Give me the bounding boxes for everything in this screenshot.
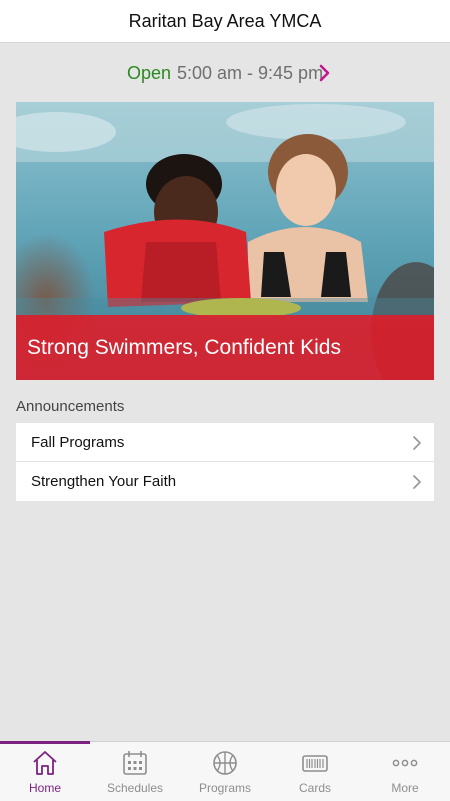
- barcode-card-icon: [302, 755, 328, 772]
- announcements-heading: Announcements: [16, 398, 125, 415]
- tab-home[interactable]: Home: [0, 741, 90, 801]
- tab-label: Schedules: [106, 781, 164, 795]
- list-item-fall-programs[interactable]: Fall Programs: [16, 423, 434, 462]
- tab-programs[interactable]: Programs: [180, 742, 270, 801]
- hours-time: 5:00 am - 9:45 pm: [176, 62, 324, 83]
- app-header: Raritan Bay Area YMCA: [0, 0, 450, 43]
- hero-caption: Strong Swimmers, Confident Kids: [27, 335, 341, 359]
- tab-label: Home: [28, 781, 61, 795]
- tab-schedules[interactable]: Schedules: [90, 742, 180, 801]
- hero-caption-bar: Strong Swimmers, Confident Kids: [16, 315, 434, 380]
- chevron-right-icon: [413, 475, 421, 489]
- tab-bar: Home Schedules Programs Cards More: [0, 741, 450, 801]
- header-title: Raritan Bay Area YMCA: [128, 10, 322, 31]
- basketball-icon: [213, 751, 237, 775]
- chevron-right-icon: [413, 436, 421, 450]
- announcements-list: Fall Programs Strengthen Your Faith: [16, 423, 434, 501]
- tab-label: Programs: [198, 781, 251, 795]
- open-status: Open: [126, 62, 171, 83]
- more-icon: [392, 759, 418, 767]
- list-item-strengthen-your-faith[interactable]: Strengthen Your Faith: [16, 462, 434, 501]
- tab-label: Cards: [298, 781, 331, 795]
- calendar-icon: [123, 751, 147, 775]
- list-item-label: Fall Programs: [31, 433, 125, 451]
- list-item-label: Strengthen Your Faith: [31, 473, 177, 490]
- chevron-right-icon[interactable]: [316, 64, 334, 82]
- tab-more[interactable]: More: [360, 742, 450, 801]
- hero-banner[interactable]: Strong Swimmers, Confident Kids: [16, 102, 434, 380]
- tab-cards[interactable]: Cards: [270, 742, 360, 801]
- tab-label: More: [391, 781, 419, 795]
- hours-row[interactable]: Open 5:00 am - 9:45 pm: [0, 58, 450, 88]
- home-icon: [33, 751, 57, 775]
